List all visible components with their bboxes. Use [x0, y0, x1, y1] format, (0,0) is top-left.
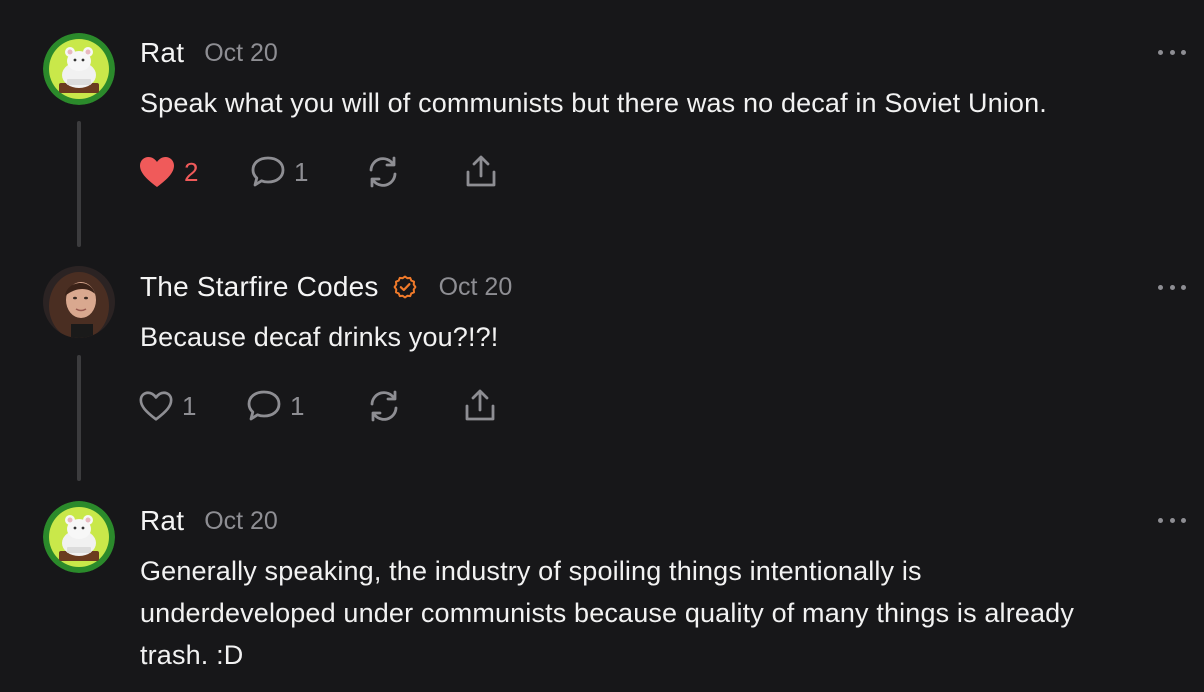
dot-icon: [1169, 49, 1175, 55]
profile-photo-avatar[interactable]: [43, 266, 115, 338]
share-button[interactable]: [463, 154, 499, 190]
rat-avatar-icon[interactable]: [43, 33, 115, 105]
author-name[interactable]: Rat: [140, 505, 184, 537]
repost-button[interactable]: [365, 154, 463, 190]
more-options-button[interactable]: [1158, 46, 1186, 58]
post-text: Because decaf drinks you?!?!: [140, 322, 499, 352]
dot-icon: [1181, 517, 1186, 523]
more-options-button[interactable]: [1158, 514, 1186, 526]
like-count: 1: [182, 390, 197, 421]
repost-icon: [366, 388, 402, 424]
thread-connector-line: [77, 355, 81, 481]
reply-count: 1: [290, 390, 305, 421]
heart-filled-icon: [138, 155, 176, 189]
post-date[interactable]: Oct 20: [439, 273, 513, 302]
dot-icon: [1169, 284, 1175, 290]
dot-icon: [1158, 284, 1163, 290]
heart-outline-icon: [138, 389, 174, 423]
post-text: Speak what you will of communists but th…: [140, 88, 1047, 118]
like-button[interactable]: 1: [138, 389, 246, 423]
author-name[interactable]: Rat: [140, 37, 184, 69]
post-actions: 2 1: [138, 152, 499, 192]
thread-connector-line: [77, 121, 81, 247]
dot-icon: [1181, 49, 1186, 55]
comment-bubble-icon: [250, 155, 286, 189]
verified-badge-icon: [393, 275, 417, 299]
reply-button[interactable]: 1: [250, 155, 365, 189]
post-header: Rat Oct 20: [140, 501, 278, 541]
post-text: Generally speaking, the industry of spoi…: [140, 556, 1074, 670]
share-upload-icon: [463, 154, 499, 190]
thread-feed: Rat Oct 20 Speak what you will of commun…: [0, 0, 1204, 692]
post-actions: 1 1: [138, 386, 498, 426]
repost-button[interactable]: [366, 388, 462, 424]
rat-avatar-icon[interactable]: [43, 501, 115, 573]
post-date[interactable]: Oct 20: [204, 39, 278, 68]
reply-count: 1: [294, 156, 309, 187]
like-count: 2: [184, 156, 199, 187]
repost-icon: [365, 154, 401, 190]
comment-bubble-icon: [246, 389, 282, 423]
post-header: Rat Oct 20: [140, 33, 278, 73]
dot-icon: [1158, 517, 1163, 523]
dot-icon: [1181, 284, 1186, 290]
share-upload-icon: [462, 388, 498, 424]
post-date[interactable]: Oct 20: [204, 507, 278, 536]
share-button[interactable]: [462, 388, 498, 424]
reply-button[interactable]: 1: [246, 389, 366, 423]
post-header: The Starfire Codes Oct 20: [140, 267, 512, 307]
more-options-button[interactable]: [1158, 281, 1186, 293]
author-name[interactable]: The Starfire Codes: [140, 271, 379, 303]
like-button[interactable]: 2: [138, 155, 250, 189]
dot-icon: [1169, 517, 1175, 523]
dot-icon: [1158, 49, 1163, 55]
